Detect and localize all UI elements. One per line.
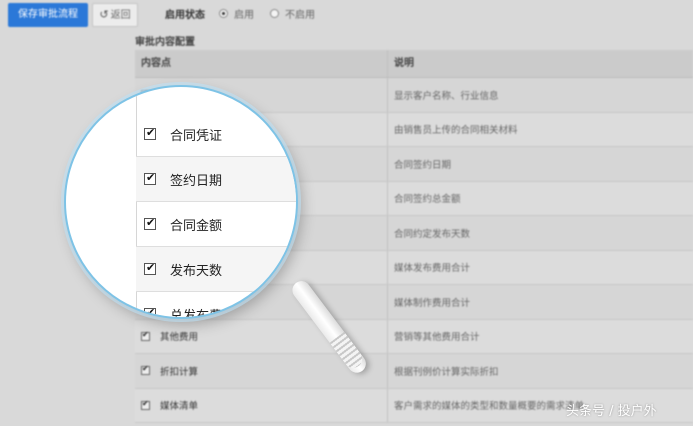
magnifier-lens: 合同凭证签约日期合同金额发布天数总发布费 bbox=[64, 85, 298, 319]
header-content-point: 内容点 bbox=[135, 50, 388, 77]
zoomed-label: 合同凭证 bbox=[170, 128, 223, 144]
zoomed-row: 签约日期 bbox=[136, 157, 296, 202]
enable-radio-label: 启用 bbox=[234, 10, 254, 21]
header-description: 说明 bbox=[394, 58, 414, 69]
table-row: 折扣计算 根据刊例价计算实际折扣 bbox=[135, 354, 693, 389]
table-row: 其他费用 营销等其他费用合计 bbox=[135, 319, 693, 354]
zoomed-checkbox[interactable] bbox=[144, 261, 156, 275]
status-label: 启用状态 bbox=[165, 10, 205, 21]
zoomed-checkbox[interactable] bbox=[144, 216, 156, 230]
back-label: 返回 bbox=[110, 10, 131, 21]
zoomed-row: 总发布费 bbox=[136, 292, 296, 319]
content-point-name: 折扣计算 bbox=[160, 366, 199, 378]
enable-status: 启用状态 启用 不启用 bbox=[165, 6, 325, 21]
zoomed-row: 发布天数 bbox=[136, 247, 296, 292]
zoomed-row: 合同凭证 bbox=[136, 112, 296, 157]
description-cell: 媒体制作费用合计 bbox=[394, 297, 471, 309]
zoomed-label: 合同金额 bbox=[170, 218, 223, 234]
table-header: 内容点 说明 bbox=[135, 50, 693, 78]
content-point-name: 媒体清单 bbox=[160, 401, 199, 413]
zoomed-label: 签约日期 bbox=[170, 173, 223, 189]
zoomed-list: 合同凭证签约日期合同金额发布天数总发布费 bbox=[136, 112, 296, 319]
description-cell: 合同约定发布天数 bbox=[394, 228, 471, 240]
description-cell: 合同签约总金额 bbox=[394, 194, 461, 206]
zoomed-checkbox[interactable] bbox=[144, 171, 156, 185]
save-approval-button[interactable]: 保存审批流程 bbox=[8, 3, 88, 27]
description-cell: 媒体发布费用合计 bbox=[394, 263, 471, 275]
section-title: 审批内容配置 bbox=[135, 37, 195, 48]
content-checkbox[interactable] bbox=[141, 364, 150, 376]
zoomed-label: 发布天数 bbox=[170, 263, 223, 279]
zoomed-checkbox[interactable] bbox=[144, 126, 156, 140]
content-point-cell: 媒体清单 bbox=[135, 388, 388, 422]
undo-icon: ↺ bbox=[99, 8, 109, 21]
disable-radio[interactable] bbox=[270, 9, 279, 18]
back-button[interactable]: ↺ 返回 bbox=[92, 3, 138, 27]
content-checkbox[interactable] bbox=[141, 330, 150, 341]
content-checkbox[interactable] bbox=[141, 399, 150, 410]
zoomed-row: 合同金额 bbox=[136, 202, 296, 247]
disable-radio-label: 不启用 bbox=[285, 10, 315, 21]
description-cell: 营销等其他费用合计 bbox=[394, 332, 480, 344]
enable-radio[interactable] bbox=[219, 9, 228, 18]
description-cell: 由销售员上传的合同相关材料 bbox=[394, 125, 518, 137]
content-point-name: 其他费用 bbox=[160, 332, 199, 344]
description-cell: 根据刊例价计算实际折扣 bbox=[394, 366, 499, 378]
zoomed-label: 总发布费 bbox=[170, 308, 223, 319]
description-cell: 合同签约日期 bbox=[394, 159, 452, 171]
description-cell: 显示客户名称、行业信息 bbox=[394, 90, 499, 102]
watermark: 头条号 / 投户外 bbox=[566, 404, 657, 419]
